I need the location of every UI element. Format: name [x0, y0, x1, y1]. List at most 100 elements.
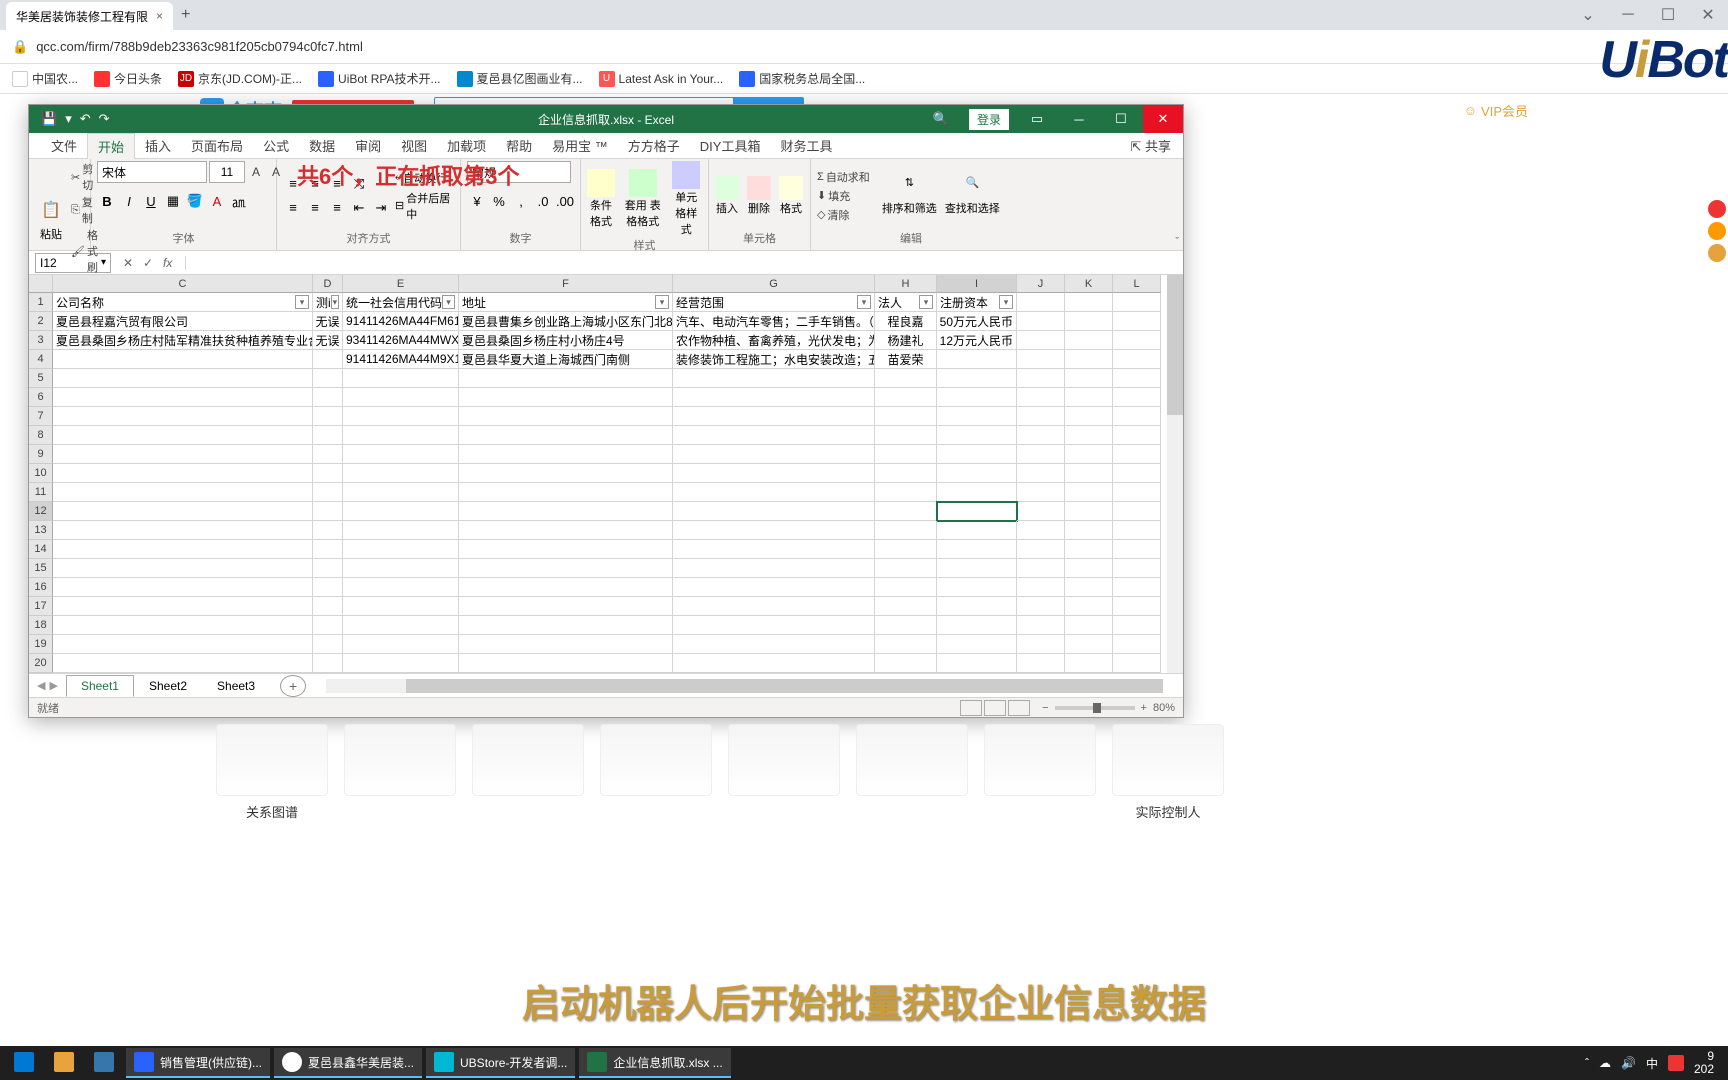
- cell[interactable]: [53, 616, 313, 635]
- filter-icon[interactable]: ▾: [655, 295, 669, 309]
- side-icon[interactable]: [1708, 244, 1726, 262]
- cell[interactable]: [313, 635, 343, 654]
- card-item[interactable]: [344, 724, 456, 821]
- col-header[interactable]: E: [343, 275, 459, 293]
- card-item[interactable]: 关系图谱: [216, 724, 328, 821]
- cell[interactable]: 公司名称▾: [53, 293, 313, 312]
- cell[interactable]: 夏邑县桑固乡杨庄村陆军精准扶贫种植养殖专业合作社: [53, 331, 313, 350]
- cell[interactable]: 91411426MA44FM610C: [343, 312, 459, 331]
- cell[interactable]: [1113, 540, 1161, 559]
- cell[interactable]: [673, 502, 875, 521]
- cell[interactable]: 装修装饰工程施工；水电安装改造；五金灯具、: [673, 350, 875, 369]
- cell[interactable]: [1065, 369, 1113, 388]
- indent-right-icon[interactable]: ⇥: [371, 198, 391, 218]
- cell[interactable]: [53, 350, 313, 369]
- cell[interactable]: [53, 388, 313, 407]
- cell[interactable]: [53, 483, 313, 502]
- cell[interactable]: [343, 388, 459, 407]
- zoom-in-icon[interactable]: +: [1141, 702, 1147, 714]
- cell[interactable]: [875, 521, 937, 540]
- cell[interactable]: [53, 540, 313, 559]
- cell[interactable]: [343, 578, 459, 597]
- cell[interactable]: [1113, 597, 1161, 616]
- minimize-icon[interactable]: ─: [1608, 0, 1648, 30]
- taskbar-item[interactable]: [46, 1048, 82, 1078]
- cell[interactable]: [343, 407, 459, 426]
- cell[interactable]: [937, 521, 1017, 540]
- cell[interactable]: [1065, 502, 1113, 521]
- cell[interactable]: [937, 540, 1017, 559]
- sheet-nav-next-icon[interactable]: ▶: [49, 679, 57, 692]
- cell[interactable]: 程良嘉: [875, 312, 937, 331]
- cell[interactable]: [343, 654, 459, 673]
- merge-center-button[interactable]: ⊟ 合并后居中: [395, 190, 454, 222]
- cell[interactable]: 测i▾: [313, 293, 343, 312]
- cell[interactable]: [937, 654, 1017, 673]
- cell-style-button[interactable]: 单元格样式: [671, 161, 702, 237]
- cell[interactable]: [53, 407, 313, 426]
- cell[interactable]: 苗爱荣: [875, 350, 937, 369]
- cell[interactable]: [459, 388, 673, 407]
- cell[interactable]: [459, 654, 673, 673]
- cell[interactable]: [459, 521, 673, 540]
- cell[interactable]: [937, 616, 1017, 635]
- cell[interactable]: [1113, 654, 1161, 673]
- login-button[interactable]: 登录: [969, 109, 1009, 130]
- tray-icon[interactable]: 🔊: [1621, 1056, 1636, 1070]
- cell[interactable]: [673, 635, 875, 654]
- paste-icon[interactable]: 📋: [35, 194, 67, 226]
- cell[interactable]: [343, 464, 459, 483]
- save-icon[interactable]: 💾: [41, 111, 57, 127]
- cell[interactable]: [1017, 426, 1065, 445]
- cell[interactable]: [1017, 578, 1065, 597]
- cell[interactable]: [937, 445, 1017, 464]
- cell[interactable]: [673, 578, 875, 597]
- cell[interactable]: [1065, 597, 1113, 616]
- cell[interactable]: [937, 388, 1017, 407]
- cell[interactable]: [1017, 407, 1065, 426]
- bookmark-item[interactable]: 国家税务总局全国...: [739, 70, 865, 87]
- phonetic-button[interactable]: ㏂: [229, 191, 249, 211]
- tab-layout[interactable]: 页面布局: [181, 133, 253, 159]
- increase-font-icon[interactable]: A: [247, 161, 265, 183]
- cell[interactable]: [1065, 654, 1113, 673]
- cell[interactable]: [1113, 312, 1161, 331]
- chevron-down-icon[interactable]: ⌄: [1568, 0, 1608, 30]
- cell[interactable]: 注册资本▾: [937, 293, 1017, 312]
- tab-yyb[interactable]: 易用宝 ™: [542, 133, 618, 159]
- tab-review[interactable]: 审阅: [345, 133, 391, 159]
- cell[interactable]: [313, 521, 343, 540]
- table-format-button[interactable]: 套用 表格格式: [623, 169, 663, 229]
- cell[interactable]: 夏邑县程嘉汽贸有限公司: [53, 312, 313, 331]
- autosum-button[interactable]: Σ 自动求和: [817, 169, 870, 185]
- browser-tab-active[interactable]: 华美居装饰装修工程有限 ×: [6, 2, 173, 30]
- lock-icon[interactable]: 🔒: [12, 39, 28, 55]
- cond-format-button[interactable]: 条件格式: [587, 169, 615, 229]
- taskbar-item[interactable]: 夏邑县鑫华美居装...: [274, 1048, 422, 1078]
- cell[interactable]: [1017, 483, 1065, 502]
- tab-view[interactable]: 视图: [391, 133, 437, 159]
- cell[interactable]: [343, 445, 459, 464]
- bookmark-item[interactable]: 中国农...: [12, 70, 78, 87]
- search-icon[interactable]: 🔍: [921, 105, 961, 133]
- cell[interactable]: [937, 464, 1017, 483]
- cell[interactable]: [343, 635, 459, 654]
- card-item[interactable]: 实际控制人: [1112, 724, 1224, 821]
- col-header[interactable]: G: [673, 275, 875, 293]
- page-break-view-icon[interactable]: [1008, 700, 1030, 716]
- tab-data[interactable]: 数据: [299, 133, 345, 159]
- cell[interactable]: [53, 635, 313, 654]
- cell[interactable]: [53, 445, 313, 464]
- cell[interactable]: [1017, 502, 1065, 521]
- cell[interactable]: [875, 540, 937, 559]
- cell[interactable]: [1113, 369, 1161, 388]
- cell[interactable]: [937, 559, 1017, 578]
- cell[interactable]: [1113, 407, 1161, 426]
- cell[interactable]: [53, 521, 313, 540]
- cell[interactable]: [343, 483, 459, 502]
- tab-addins[interactable]: 加载项: [437, 133, 496, 159]
- cell[interactable]: [459, 502, 673, 521]
- tab-home[interactable]: 开始: [87, 133, 135, 159]
- cell[interactable]: [459, 559, 673, 578]
- tab-ffgz[interactable]: 方方格子: [618, 133, 690, 159]
